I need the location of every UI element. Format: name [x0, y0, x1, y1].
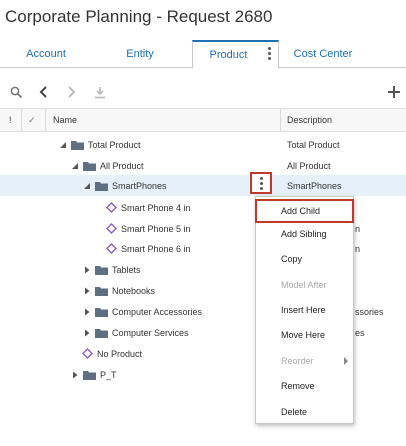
expand-arrow-icon[interactable] [82, 286, 92, 296]
row-name: All Product [100, 160, 144, 171]
grid-header: ! ✓ Name Description [0, 108, 406, 132]
collapse-arrow-icon[interactable] [58, 140, 68, 150]
folder-icon [95, 181, 108, 191]
check-column-header[interactable]: ✓ [28, 109, 36, 131]
row-name: Total Product [88, 139, 141, 150]
menu-item-move-here[interactable]: Move Here [256, 323, 353, 347]
row-name: Tablets [112, 264, 141, 275]
member-icon [106, 202, 117, 213]
tab-account[interactable]: Account [9, 40, 83, 68]
row-name: Computer Accessories [112, 306, 203, 317]
row-description: ssories [355, 306, 384, 317]
add-icon[interactable] [386, 84, 402, 100]
member-icon [106, 243, 117, 254]
toolbar [0, 80, 406, 104]
menu-item-model-after[interactable]: Model After [256, 273, 353, 297]
back-icon[interactable] [36, 84, 52, 100]
name-column-header[interactable]: Name [53, 109, 77, 131]
menu-item-add-child[interactable]: Add Child [255, 199, 354, 223]
menu-item-copy[interactable]: Copy [256, 247, 353, 271]
member-icon [82, 348, 93, 359]
tab-actions-icon[interactable] [265, 47, 275, 61]
tree-row-selected[interactable]: SmartPhones SmartPhones [0, 175, 406, 196]
row-description: n [355, 223, 361, 234]
row-name: Smart Phone 6 in [121, 243, 191, 254]
row-description: Total Product [287, 139, 340, 150]
folder-icon [83, 161, 96, 171]
window-title: Corporate Planning - Request 2680 [5, 7, 273, 26]
tree-row[interactable]: All Product All Product [0, 155, 406, 176]
expand-arrow-icon[interactable] [82, 265, 92, 275]
download-icon[interactable] [92, 84, 108, 100]
status-column-header[interactable]: ! [9, 109, 12, 131]
description-column-header[interactable]: Description [287, 109, 332, 131]
context-menu: Add Child Add Sibling Copy Model After I… [255, 196, 354, 424]
folder-icon [83, 370, 96, 380]
menu-item-reorder[interactable]: Reorder [256, 349, 353, 373]
expand-arrow-icon[interactable] [70, 370, 80, 380]
row-name: Smart Phone 5 in [121, 223, 191, 234]
row-description: n [355, 243, 361, 254]
expand-arrow-icon[interactable] [82, 307, 92, 317]
row-name: No Product [97, 348, 143, 359]
folder-icon [71, 140, 84, 150]
tab-cost-center[interactable]: Cost Center [283, 40, 363, 68]
row-name: Notebooks [112, 285, 156, 296]
menu-item-delete[interactable]: Delete [256, 400, 353, 424]
search-icon[interactable] [8, 84, 24, 100]
tab-product-label: Product [209, 49, 248, 61]
collapse-arrow-icon[interactable] [82, 181, 92, 191]
row-name: SmartPhones [112, 180, 167, 191]
tab-bar: Account Entity Product Cost Center [0, 40, 406, 69]
forward-icon[interactable] [63, 84, 79, 100]
row-actions-icon[interactable] [250, 172, 272, 194]
expand-arrow-icon[interactable] [82, 328, 92, 338]
row-name: Smart Phone 4 in [121, 202, 191, 213]
row-description: es [355, 327, 365, 338]
row-description: SmartPhones [287, 180, 342, 191]
folder-icon [95, 307, 108, 317]
menu-item-reorder-label: Reorder [281, 356, 314, 366]
folder-icon [95, 265, 108, 275]
submenu-arrow-icon [344, 357, 348, 365]
tree-row[interactable]: Total Product Total Product [0, 134, 406, 155]
menu-item-insert-here[interactable]: Insert Here [256, 298, 353, 322]
folder-icon [95, 328, 108, 338]
row-description: All Product [287, 160, 331, 171]
collapse-arrow-icon[interactable] [70, 161, 80, 171]
member-icon [106, 223, 117, 234]
menu-item-add-sibling[interactable]: Add Sibling [256, 222, 353, 246]
row-name: P_T [100, 369, 117, 380]
menu-item-remove[interactable]: Remove [256, 374, 353, 398]
folder-icon [95, 286, 108, 296]
row-name: Computer Services [112, 327, 189, 338]
tab-entity[interactable]: Entity [96, 40, 184, 68]
